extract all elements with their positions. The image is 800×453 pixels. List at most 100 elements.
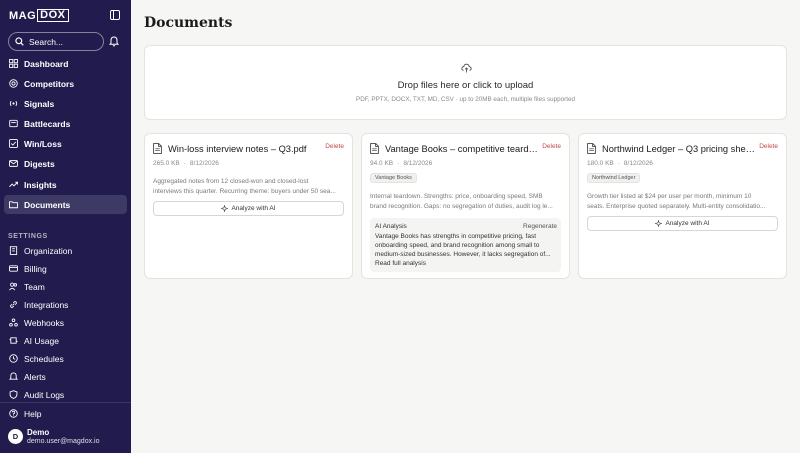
- document-title[interactable]: Vantage Books – competitive teardown.pdf: [385, 144, 540, 154]
- competitor-tag[interactable]: Northwind Ledger: [587, 173, 641, 183]
- sidebar-item-competitors[interactable]: Competitors: [4, 74, 127, 93]
- analysis-line: medium-sized businesses. However, it lac…: [375, 251, 551, 259]
- battlecards-icon: [9, 119, 18, 128]
- document-meta: 180.0 KB · 8/12/2026: [587, 160, 653, 167]
- sidebar-item-team[interactable]: Team: [4, 277, 127, 296]
- page-title: Documents: [144, 15, 233, 31]
- winloss-icon: [9, 139, 18, 148]
- sidebar-item-digests[interactable]: Digests: [4, 154, 127, 173]
- sidebar-item-label: Battlecards: [24, 118, 71, 129]
- document-meta: 265.0 KB · 8/12/2026: [153, 160, 219, 167]
- delete-button[interactable]: Delete: [759, 143, 778, 150]
- sidebar-item-label: Documents: [24, 199, 71, 210]
- sidebar-item-label: Dashboard: [24, 58, 69, 69]
- analyze-button[interactable]: Analyze with AI: [587, 216, 778, 231]
- sidebar-item-label: Billing: [24, 263, 47, 274]
- search-label: Search...: [29, 36, 64, 47]
- dashboard-icon: [9, 59, 18, 68]
- delete-button[interactable]: Delete: [542, 143, 561, 150]
- sidebar-item-label: Webhooks: [24, 317, 65, 328]
- help-icon: [9, 409, 18, 418]
- upload-cloud-icon: [461, 63, 472, 73]
- sparkle-icon: [221, 205, 229, 212]
- sidebar-item-label: AI Usage: [24, 335, 59, 346]
- document-meta: 94.0 KB · 8/12/2026: [370, 160, 433, 167]
- credit-card-icon: [9, 265, 18, 272]
- sidebar-item-label: Alerts: [24, 371, 46, 382]
- analyze-button[interactable]: Analyze with AI: [153, 201, 344, 216]
- sidebar-item-label: Digests: [24, 158, 55, 169]
- sidebar-item-label: Insights: [24, 179, 57, 190]
- building-icon: [9, 246, 18, 255]
- sparkle-icon: [655, 220, 663, 227]
- delete-button[interactable]: Delete: [325, 143, 344, 150]
- analyze-button-label: Analyze with AI: [231, 205, 276, 212]
- users-icon: [9, 282, 18, 291]
- sidebar-collapse-icon[interactable]: [110, 10, 120, 20]
- analysis-line: onboarding speed, and brand recognition …: [375, 242, 540, 250]
- sidebar-item-ai-usage[interactable]: AI Usage: [4, 331, 127, 350]
- ai-analysis-text: Vantage Books has strengths in competiti…: [375, 232, 557, 260]
- description-line: Growth tier listed at $24 per user per m…: [587, 193, 752, 200]
- sidebar-item-documents[interactable]: Documents: [4, 195, 127, 214]
- ai-analysis-title: AI Analysis: [375, 223, 407, 230]
- bell-icon[interactable]: [109, 36, 119, 47]
- search-button[interactable]: Search...: [8, 32, 104, 51]
- sidebar-item-integrations[interactable]: Integrations: [4, 295, 127, 314]
- description-line: interviews this quarter. Recurring theme…: [153, 187, 336, 195]
- competitor-tag[interactable]: Vantage Books: [370, 173, 417, 183]
- file-size: 180.0 KB: [587, 160, 614, 167]
- regenerate-button[interactable]: Regenerate: [523, 223, 557, 230]
- sidebar-item-signals[interactable]: Signals: [4, 94, 127, 113]
- user-profile[interactable]: D Demo demo.user@magdox.io: [8, 428, 99, 445]
- sidebar-divider: [0, 402, 131, 403]
- user-name: Demo: [27, 428, 50, 437]
- sidebar-item-organization[interactable]: Organization: [4, 241, 127, 260]
- sidebar-item-label: Help: [24, 408, 42, 419]
- ai-analysis-panel: AI Analysis Regenerate Vantage Books has…: [370, 218, 561, 272]
- alert-bell-icon: [9, 372, 18, 380]
- sidebar-item-schedules[interactable]: Schedules: [4, 349, 127, 368]
- file-size: 265.0 KB: [153, 160, 180, 167]
- file-icon: [153, 143, 162, 154]
- document-description: Aggregated notes from 12 closed-won and …: [153, 177, 345, 196]
- file-size: 94.0 KB: [370, 160, 394, 167]
- sidebar-item-winloss[interactable]: Win/Loss: [4, 134, 127, 153]
- description-line: brand recognition. Gaps: no segregation …: [370, 202, 553, 210]
- sidebar-item-dashboard[interactable]: Dashboard: [4, 54, 127, 73]
- logo-text: MAG: [9, 9, 37, 22]
- upload-dropzone[interactable]: Drop files here or click to upload PDF, …: [144, 45, 787, 120]
- document-card[interactable]: Vantage Books – competitive teardown.pdf…: [361, 133, 570, 279]
- document-card[interactable]: Win-loss interview notes – Q3.pdf Delete…: [144, 133, 353, 279]
- sidebar: MAG DOX Search... Dashboard Competitors S…: [0, 0, 131, 453]
- sidebar-item-webhooks[interactable]: Webhooks: [4, 313, 127, 332]
- document-title[interactable]: Win-loss interview notes – Q3.pdf: [168, 144, 316, 154]
- settings-section-label: SETTINGS: [8, 233, 48, 240]
- file-icon: [370, 143, 379, 154]
- document-description: Growth tier listed at $24 per user per m…: [587, 192, 779, 211]
- chip-icon: [9, 337, 18, 344]
- file-date: 8/12/2026: [403, 160, 433, 167]
- link-icon: [10, 301, 17, 308]
- file-icon: [587, 143, 596, 154]
- document-title[interactable]: Northwind Ledger – Q3 pricing sheet.pdf: [602, 144, 757, 154]
- dropzone-subtitle: PDF, PPTX, DOCX, TXT, MD, CSV · up to 20…: [356, 96, 575, 103]
- document-card[interactable]: Northwind Ledger – Q3 pricing sheet.pdf …: [578, 133, 787, 279]
- sidebar-item-label: Audit Logs: [24, 389, 65, 400]
- read-full-analysis-link[interactable]: Read full analysis: [375, 260, 426, 267]
- avatar: D: [8, 429, 23, 444]
- sidebar-item-battlecards[interactable]: Battlecards: [4, 114, 127, 133]
- description-line: Internal teardown. Strengths: price, onb…: [370, 193, 543, 200]
- search-icon: [15, 37, 24, 46]
- sidebar-item-insights[interactable]: Insights: [4, 175, 127, 194]
- sidebar-item-label: Win/Loss: [24, 138, 62, 149]
- sidebar-item-help[interactable]: Help: [4, 404, 127, 423]
- analysis-line: Vantage Books has strengths in competiti…: [375, 233, 537, 240]
- analyze-button-label: Analyze with AI: [665, 220, 710, 227]
- sidebar-item-label: Organization: [24, 245, 73, 256]
- logo[interactable]: MAG DOX: [9, 9, 69, 22]
- shield-icon: [9, 390, 18, 399]
- sidebar-item-billing[interactable]: Billing: [4, 259, 127, 278]
- logo-box-text: DOX: [37, 9, 69, 22]
- sidebar-item-alerts[interactable]: Alerts: [4, 367, 127, 386]
